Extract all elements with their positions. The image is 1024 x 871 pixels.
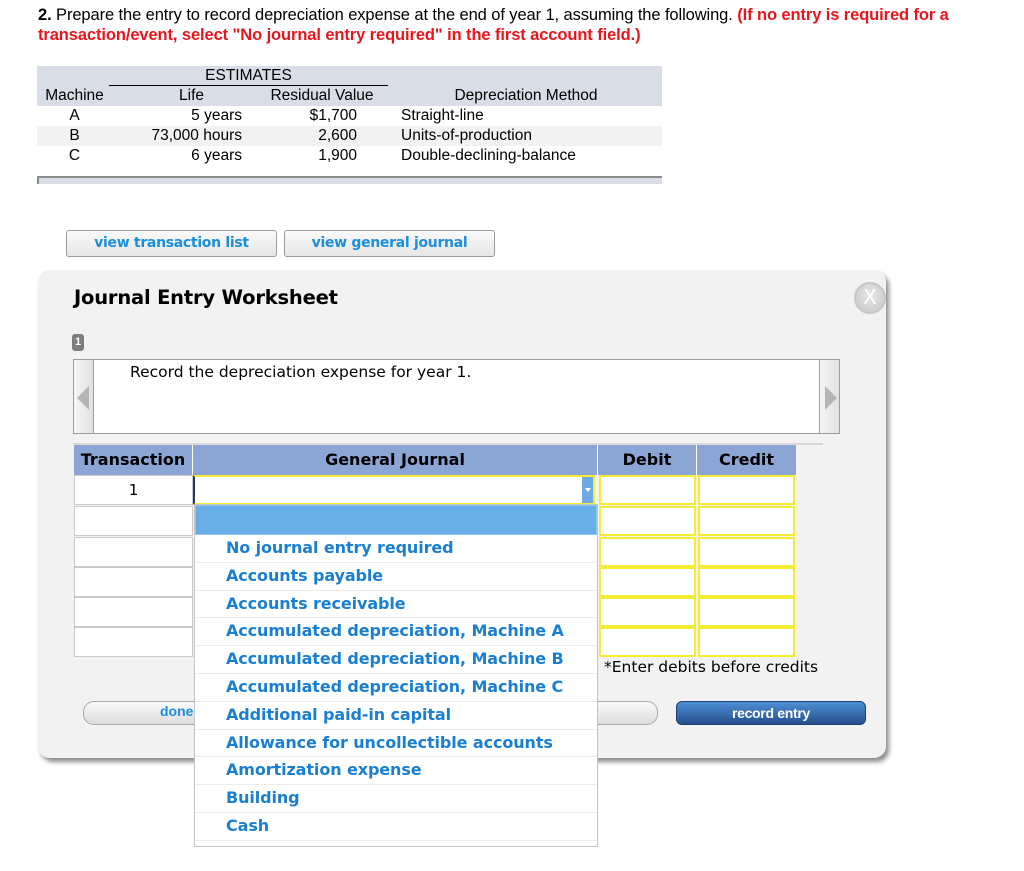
dropdown-highlighted-blank-option[interactable] (195, 505, 597, 535)
debit-input[interactable] (599, 537, 696, 567)
column-header-transaction: Transaction (74, 445, 193, 475)
transaction-cell: 1 (74, 475, 193, 505)
transaction-cell (74, 627, 193, 657)
credit-input[interactable] (698, 537, 795, 567)
dropdown-option[interactable]: No journal entry required (195, 535, 597, 563)
dropdown-option[interactable]: Accumulated depreciation, Machine C (195, 674, 597, 702)
estimates-row: A 5 years $1,700 Straight-line (37, 106, 662, 126)
dropdown-option[interactable]: Amortization expense (195, 757, 597, 786)
record-entry-button[interactable]: record entry (676, 701, 866, 725)
dropdown-option[interactable]: Additional paid-in capital (195, 702, 597, 730)
estimates-row: C 6 years 1,900 Double-declining-balance (37, 146, 662, 166)
credit-input[interactable] (698, 627, 795, 657)
table-footer-bar (37, 176, 662, 184)
debit-input[interactable] (599, 627, 696, 657)
dropdown-option[interactable]: Accounts payable (195, 563, 597, 591)
debit-input[interactable] (599, 567, 696, 597)
dropdown-option[interactable]: Accumulated depreciation, Machine A (195, 618, 597, 647)
method-cell: Double-declining-balance (401, 147, 576, 164)
residual-cell: $1,700 (309, 107, 357, 124)
step-instruction-box: Record the depreciation expense for year… (73, 359, 840, 434)
dropdown-option[interactable]: Accumulated depreciation, Machine B (195, 646, 597, 674)
life-cell: 5 years (191, 107, 242, 124)
debit-input[interactable] (599, 475, 696, 505)
header-machine: Machine (45, 87, 104, 104)
view-general-journal-button[interactable]: view general journal (284, 230, 495, 257)
credit-input[interactable] (698, 506, 795, 536)
header-depreciation-method: Depreciation Method (454, 87, 598, 104)
next-step-button[interactable] (819, 359, 840, 434)
machine-cell: C (68, 147, 81, 164)
dropdown-option[interactable]: Building (195, 785, 597, 813)
dropdown-option[interactable]: Cash (195, 813, 597, 841)
previous-step-button[interactable] (73, 359, 94, 434)
method-cell: Straight-line (401, 107, 484, 124)
step-number-badge[interactable]: 1 (72, 334, 84, 351)
question-text: Prepare the entry to record depreciation… (51, 6, 738, 24)
transaction-cell (74, 506, 193, 536)
credit-input[interactable] (698, 475, 795, 505)
estimates-row: B 73,000 hours 2,600 Units-of-production (37, 126, 662, 146)
machine-cell: B (69, 127, 80, 144)
arrow-left-icon (77, 386, 89, 410)
life-cell: 6 years (191, 147, 242, 164)
credit-input[interactable] (698, 597, 795, 627)
credit-input[interactable] (698, 567, 795, 597)
transaction-cell (74, 537, 193, 567)
life-cell: 73,000 hours (151, 127, 243, 144)
debit-input[interactable] (599, 597, 696, 627)
residual-cell: 2,600 (318, 127, 357, 144)
view-transaction-list-button[interactable]: view transaction list (66, 230, 277, 257)
account-dropdown-list[interactable]: No journal entry required Accounts payab… (194, 504, 598, 847)
question-prompt: 2. Prepare the entry to record depreciat… (38, 5, 998, 45)
column-header-debit: Debit (598, 445, 697, 475)
method-cell: Units-of-production (401, 127, 532, 144)
estimates-table: ESTIMATES Machine Life Residual Value De… (37, 66, 662, 184)
question-number: 2. (38, 6, 52, 24)
dropdown-option[interactable]: Common stock (195, 841, 597, 846)
column-header-general-journal: General Journal (193, 445, 598, 475)
chevron-down-icon[interactable] (582, 477, 593, 503)
estimates-group-header: ESTIMATES (109, 66, 388, 86)
done-label: done (160, 703, 194, 719)
column-header-credit: Credit (697, 445, 796, 475)
step-instruction-text: Record the depreciation expense for year… (130, 363, 472, 381)
arrow-right-icon (825, 386, 837, 410)
machine-cell: A (69, 107, 80, 124)
debit-input[interactable] (599, 506, 696, 536)
transaction-cell (74, 567, 193, 597)
estimates-header: ESTIMATES Machine Life Residual Value De… (37, 66, 662, 106)
transaction-cell (74, 597, 193, 627)
debits-before-credits-hint: *Enter debits before credits (604, 658, 819, 676)
close-icon[interactable]: X (854, 282, 886, 314)
account-select[interactable] (193, 475, 595, 505)
residual-cell: 1,900 (318, 147, 357, 164)
dropdown-option[interactable]: Allowance for uncollectible accounts (195, 730, 597, 758)
worksheet-title: Journal Entry Worksheet (74, 286, 338, 309)
header-residual-value: Residual Value (270, 87, 374, 104)
dropdown-option[interactable]: Accounts receivable (195, 591, 597, 619)
